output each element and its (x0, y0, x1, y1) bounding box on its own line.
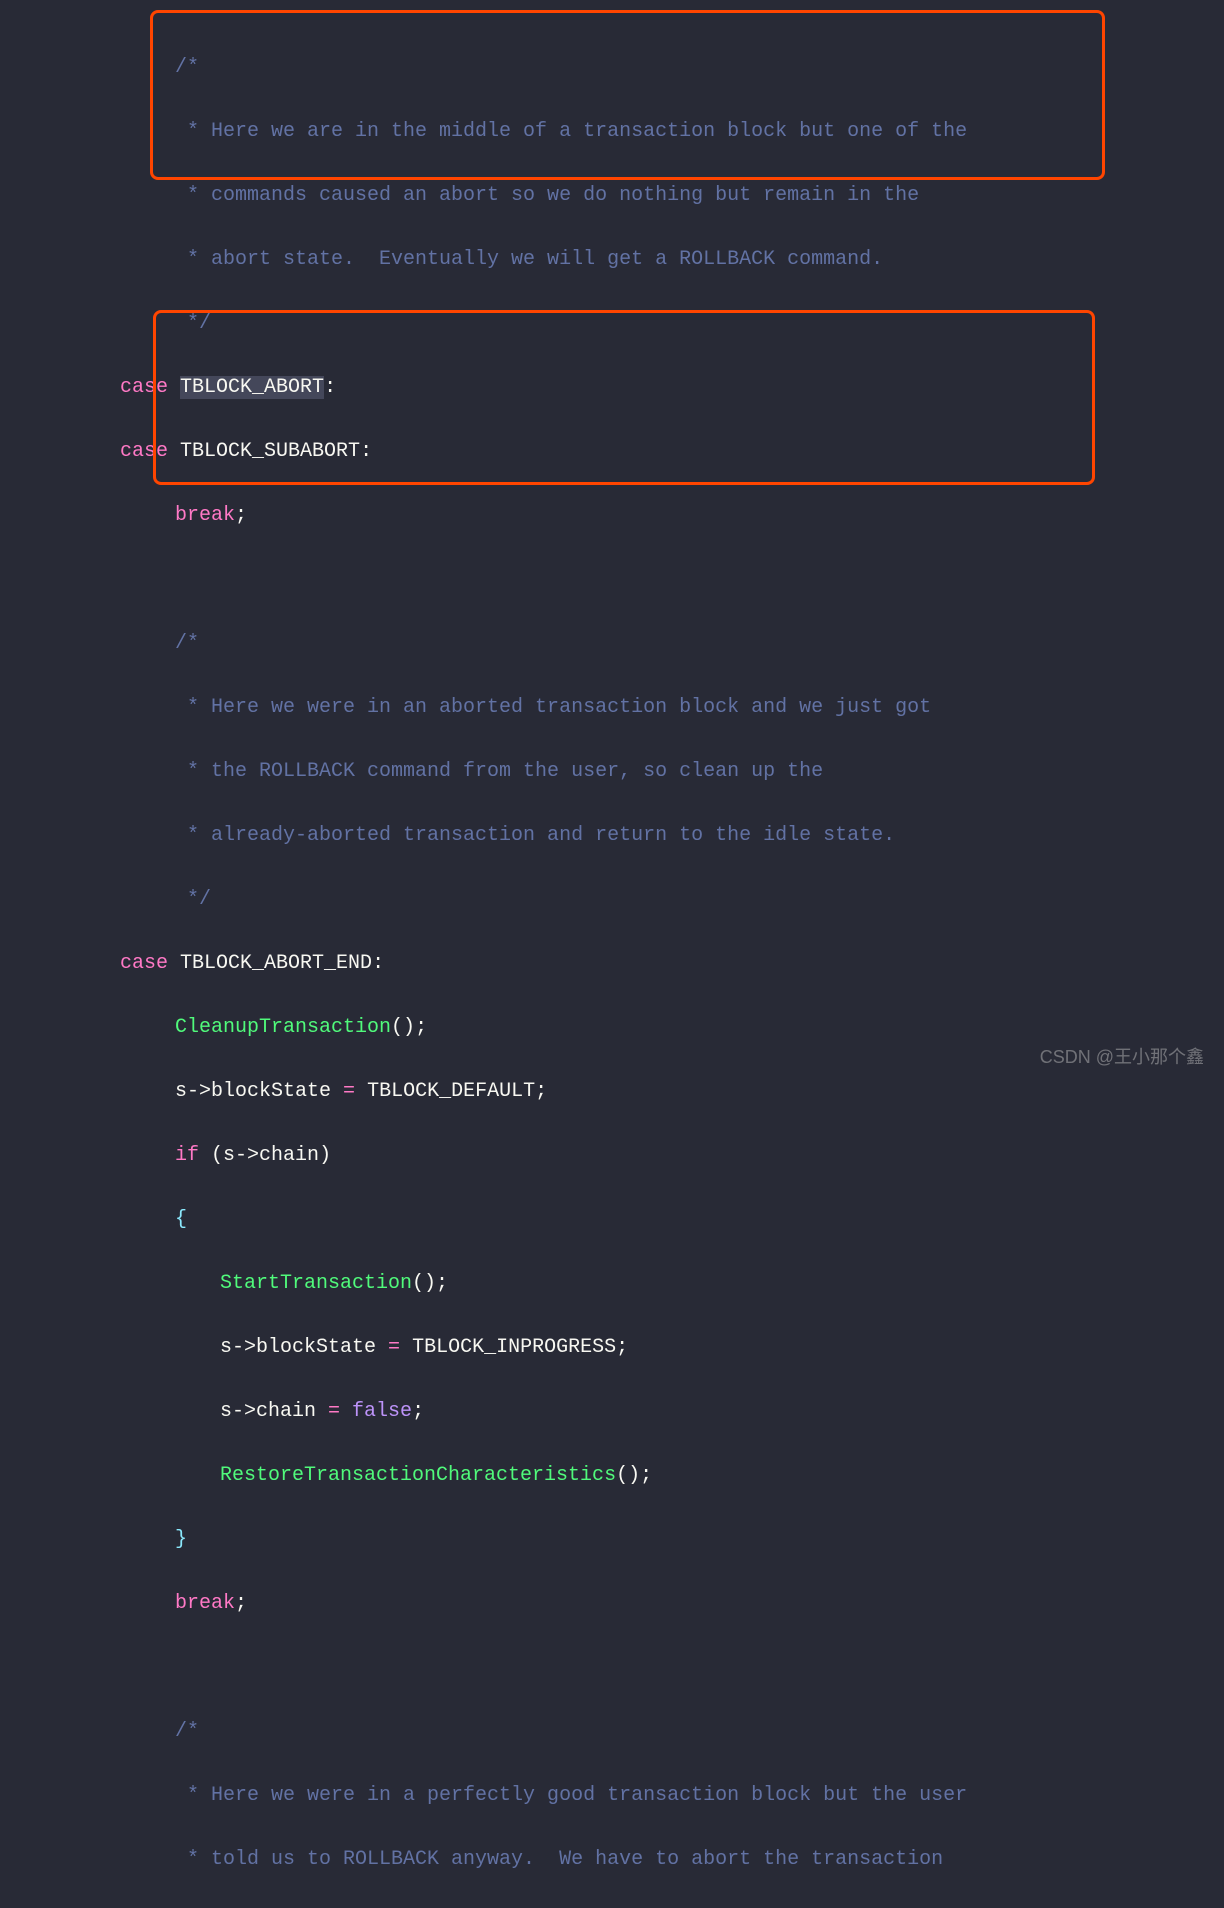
rbrace: } (175, 1528, 187, 1551)
semicolon: ; (436, 1272, 448, 1295)
equals-op: = (316, 1400, 352, 1423)
comment-line: /* (175, 632, 199, 655)
semicolon: ; (235, 504, 247, 527)
semicolon: ; (415, 1016, 427, 1039)
semicolon: ; (235, 1592, 247, 1615)
case-keyword: case (120, 376, 168, 399)
start-transaction-call: StartTransaction (220, 1272, 412, 1295)
chain-member: chain (256, 1400, 316, 1423)
comment-line: */ (175, 888, 211, 911)
blockstate-member: blockState (256, 1336, 376, 1359)
rparen: ) (319, 1144, 331, 1167)
comment-line: * commands caused an abort so we do noth… (175, 184, 919, 207)
case-label-tblock-abort-end: TBLOCK_ABORT_END (180, 952, 372, 975)
equals-op: = (376, 1336, 412, 1359)
code-editor[interactable]: /* * Here we are in the middle of a tran… (0, 0, 1224, 1908)
comment-line: */ (175, 312, 211, 335)
comment-line: * Here we are in the middle of a transac… (175, 120, 967, 143)
s-arrow: s-> (223, 1144, 259, 1167)
semicolon: ; (412, 1400, 424, 1423)
parens: () (412, 1272, 436, 1295)
parens: () (391, 1016, 415, 1039)
colon: : (324, 376, 336, 399)
parens: () (616, 1464, 640, 1487)
watermark: CSDN @王小那个鑫 (1040, 1043, 1204, 1072)
colon: : (372, 952, 384, 975)
s-arrow: s-> (220, 1336, 256, 1359)
colon: : (360, 440, 372, 463)
if-keyword: if (175, 1144, 199, 1167)
restore-transaction-call: RestoreTransactionCharacteristics (220, 1464, 616, 1487)
chain-member: chain (259, 1144, 319, 1167)
equals-op: = (331, 1080, 367, 1103)
s-arrow: s-> (175, 1080, 211, 1103)
comment-line: * Here we were in an aborted transaction… (175, 696, 931, 719)
comment-line: * told us to ROLLBACK anyway. We have to… (175, 1848, 943, 1871)
case-label-tblock-abort: TBLOCK_ABORT (180, 376, 324, 399)
case-keyword: case (120, 440, 168, 463)
lbrace: { (175, 1208, 187, 1231)
false-literal: false (352, 1400, 412, 1423)
comment-line: * abort state. Eventually we will get a … (175, 248, 883, 271)
lparen: ( (199, 1144, 223, 1167)
comment-line: /* (175, 56, 199, 79)
case-keyword: case (120, 952, 168, 975)
comment-line: /* (175, 1720, 199, 1743)
semicolon: ; (640, 1464, 652, 1487)
semicolon: ; (616, 1336, 628, 1359)
comment-line: * the ROLLBACK command from the user, so… (175, 760, 823, 783)
case-label-tblock-subabort: TBLOCK_SUBABORT (180, 440, 360, 463)
break-keyword: break (175, 504, 235, 527)
comment-line: * Here we were in a perfectly good trans… (175, 1784, 967, 1807)
tblock-inprogress: TBLOCK_INPROGRESS (412, 1336, 616, 1359)
blockstate-member: blockState (211, 1080, 331, 1103)
semicolon: ; (535, 1080, 547, 1103)
tblock-default: TBLOCK_DEFAULT (367, 1080, 535, 1103)
break-keyword: break (175, 1592, 235, 1615)
s-arrow: s-> (220, 1400, 256, 1423)
cleanup-transaction-call: CleanupTransaction (175, 1016, 391, 1039)
comment-line: * already-aborted transaction and return… (175, 824, 895, 847)
